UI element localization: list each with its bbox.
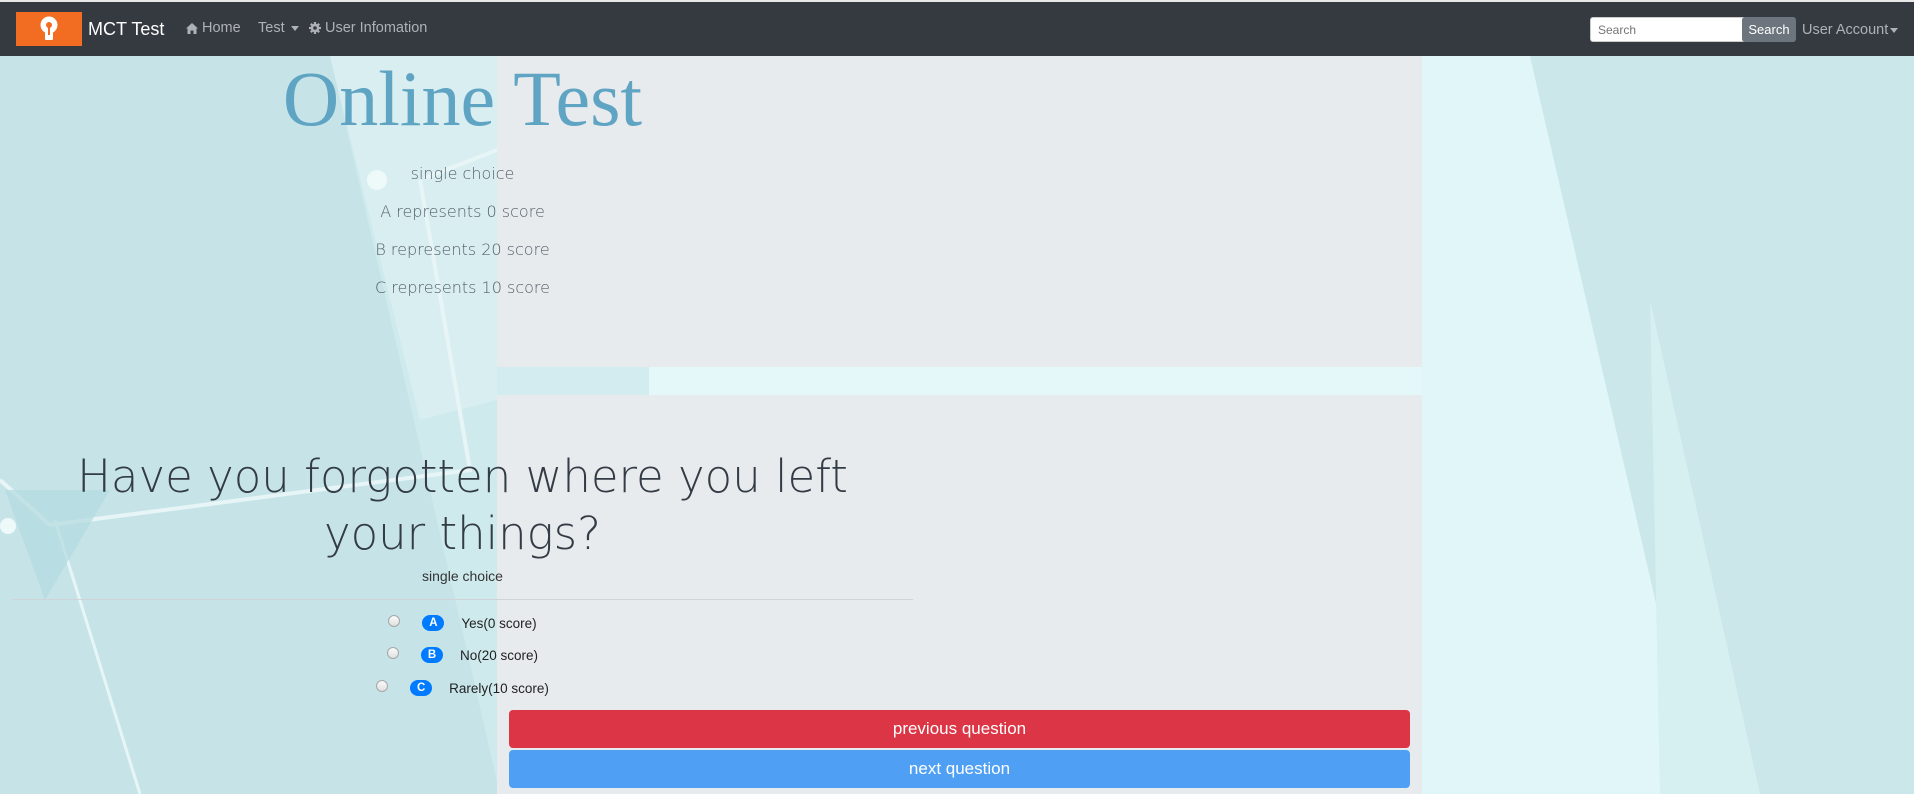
- option-a-label: Yes(0 score): [461, 615, 537, 631]
- option-c[interactable]: C Rarely(10 score): [0, 677, 925, 699]
- option-b-badge: B: [420, 647, 443, 663]
- intro-line: single choice: [410, 164, 515, 183]
- question-type: single choice: [422, 568, 503, 584]
- top-navbar: MCT Test Home Test User Infomation Searc…: [0, 0, 1914, 56]
- user-account-label: User Account: [1802, 22, 1889, 38]
- option-b-label: No(20 score): [459, 647, 539, 663]
- nav-test-label: Test: [258, 20, 285, 36]
- question-text: Have you forgotten where you left your t…: [77, 450, 848, 560]
- brand-name[interactable]: MCT Test: [88, 19, 164, 40]
- divider: [12, 599, 913, 600]
- page-title: Online Test: [282, 55, 643, 142]
- nav-test-dropdown[interactable]: Test: [258, 20, 299, 36]
- nav-home-label: Home: [202, 20, 241, 36]
- option-c-radio[interactable]: [376, 680, 389, 692]
- nav-user-info-label: User Infomation: [325, 20, 428, 36]
- nav-user-info[interactable]: User Infomation: [309, 20, 427, 36]
- search-button[interactable]: Search: [1742, 17, 1796, 42]
- intro-line: A represents 0 score: [380, 202, 545, 221]
- next-question-button[interactable]: next question: [509, 750, 1410, 788]
- nav-home[interactable]: Home: [186, 20, 241, 36]
- brand-logo[interactable]: [16, 12, 82, 46]
- intro-line: C represents 10 score: [374, 278, 550, 297]
- option-b[interactable]: B No(20 score): [0, 644, 925, 666]
- caret-down-icon: [1890, 27, 1899, 33]
- option-c-badge: C: [410, 680, 433, 696]
- option-a-radio[interactable]: [388, 615, 401, 627]
- home-icon: [186, 22, 198, 34]
- previous-question-button[interactable]: previous question: [509, 710, 1410, 748]
- option-a-badge: A: [422, 615, 445, 631]
- option-a[interactable]: A Yes(0 score): [0, 612, 925, 634]
- lightbulb-icon: [40, 16, 58, 40]
- gear-icon: [309, 22, 321, 34]
- caret-down-icon: [290, 25, 299, 31]
- option-c-label: Rarely(10 score): [449, 680, 549, 696]
- user-account-dropdown[interactable]: User Account: [1802, 22, 1899, 38]
- option-b-radio[interactable]: [386, 647, 399, 659]
- intro-line: B represents 20 score: [375, 240, 550, 259]
